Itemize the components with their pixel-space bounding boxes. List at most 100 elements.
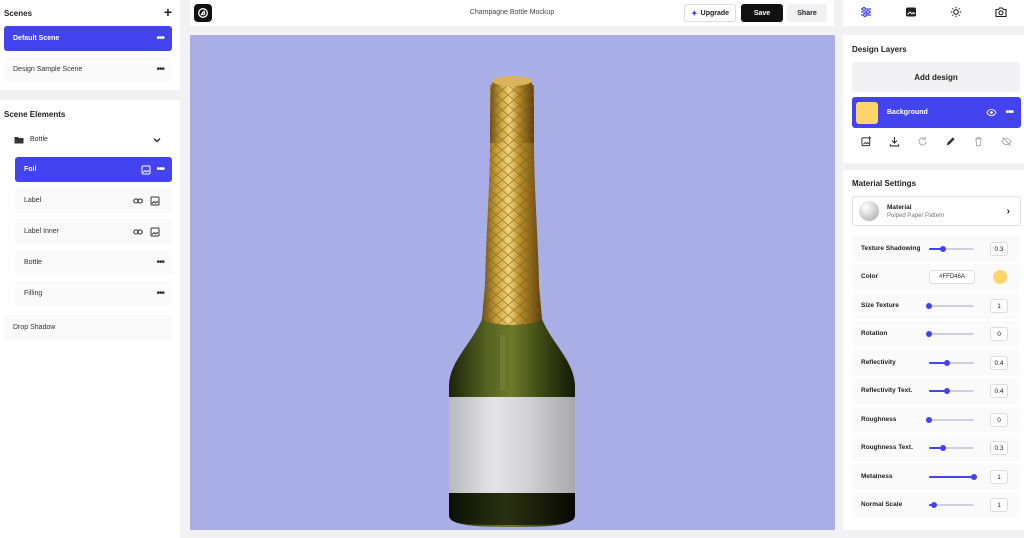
more-icon[interactable]: ••• xyxy=(156,288,164,299)
layer-name: Background xyxy=(887,109,928,116)
value-input[interactable]: 1 xyxy=(990,470,1008,484)
sparkle-icon: ✦ xyxy=(690,8,698,18)
color-swatch[interactable] xyxy=(993,270,1007,284)
more-icon[interactable]: ••• xyxy=(1005,107,1013,118)
slider-handle[interactable] xyxy=(926,303,932,309)
slider-handle[interactable] xyxy=(939,246,946,252)
element-label[interactable]: Label xyxy=(15,188,172,213)
more-icon[interactable]: ••• xyxy=(156,164,164,175)
setting-label: Metalness xyxy=(861,473,893,480)
camera-icon[interactable] xyxy=(995,6,1007,20)
slider-handle[interactable] xyxy=(926,331,932,337)
save-button[interactable]: Save xyxy=(741,4,783,22)
share-button[interactable]: Share xyxy=(787,4,827,22)
slider-track[interactable] xyxy=(929,445,974,451)
champagne-bottle-render xyxy=(449,76,575,527)
design-layers-panel: Design Layers Add design Background ••• xyxy=(843,35,1024,163)
link-icon[interactable] xyxy=(131,225,145,239)
pencil-icon[interactable] xyxy=(945,136,956,149)
value-input[interactable]: 0.3 xyxy=(990,242,1008,256)
hide-icon[interactable] xyxy=(1001,136,1012,149)
group-label: Bottle xyxy=(30,136,48,143)
eye-icon[interactable] xyxy=(986,107,998,118)
refresh-icon[interactable] xyxy=(917,136,928,149)
setting-texture-shadowing: Texture Shadowing 0.3 xyxy=(852,236,1020,262)
value-input[interactable]: 0.4 xyxy=(990,384,1008,398)
slider-track[interactable] xyxy=(926,303,974,309)
value-input[interactable]: 1 xyxy=(990,498,1008,512)
setting-metalness: Metalness 1 xyxy=(852,464,1020,490)
chevron-down-icon[interactable] xyxy=(150,133,164,147)
setting-label: Roughness Text. xyxy=(861,444,913,451)
setting-label: Rotation xyxy=(861,330,888,337)
right-panel-tabs xyxy=(843,0,1024,26)
element-foil[interactable]: Foil ••• xyxy=(15,157,172,182)
setting-roughness: Roughness 0 xyxy=(852,407,1020,433)
setting-normal-scale: Normal Scale 1 xyxy=(852,492,1020,518)
slider-handle[interactable] xyxy=(939,445,946,451)
more-icon[interactable]: ••• xyxy=(156,33,164,44)
element-filling[interactable]: Filling ••• xyxy=(15,281,172,306)
element-label-inner[interactable]: Label Inner xyxy=(15,219,172,244)
group-bottle[interactable]: Bottle xyxy=(4,127,172,152)
color-hex-input[interactable]: #FFD46A xyxy=(929,270,975,284)
document-title: Champagne Bottle Mockup xyxy=(469,9,555,16)
folder-icon xyxy=(12,133,26,147)
image-icon[interactable] xyxy=(139,163,153,177)
element-drop-shadow[interactable]: Drop Shadow xyxy=(4,315,172,340)
setting-label: Size Texture xyxy=(861,302,899,309)
image-icon[interactable] xyxy=(148,194,162,208)
sun-icon[interactable] xyxy=(950,6,962,20)
layer-background[interactable]: Background ••• xyxy=(852,97,1021,128)
top-bar: Champagne Bottle Mockup ✦ Upgrade Save S… xyxy=(190,0,834,26)
more-icon[interactable]: ••• xyxy=(156,64,164,75)
value-input[interactable]: 0.4 xyxy=(990,356,1008,370)
scene-item-default[interactable]: Default Scene ••• xyxy=(4,26,172,51)
value-input[interactable]: 0 xyxy=(990,327,1008,341)
scene-item-design-sample[interactable]: Design Sample Scene ••• xyxy=(4,57,172,82)
setting-size-texture: Size Texture 1 xyxy=(852,293,1020,319)
image-icon[interactable] xyxy=(148,225,162,239)
slider-handle[interactable] xyxy=(930,502,937,508)
slider-track[interactable] xyxy=(929,388,974,394)
slider-track[interactable] xyxy=(929,246,974,252)
scenes-panel: Scenes + Default Scene ••• Design Sample… xyxy=(0,0,180,90)
slider-track[interactable] xyxy=(929,360,974,366)
element-label: Foil xyxy=(24,166,37,173)
more-icon[interactable]: ••• xyxy=(156,257,164,268)
left-sidebar: Scenes + Default Scene ••• Design Sample… xyxy=(0,0,182,538)
slider-track[interactable] xyxy=(929,502,974,508)
material-pattern: Pulped Paper Pattern xyxy=(887,212,945,219)
value-input[interactable]: 0.3 xyxy=(990,441,1008,455)
slider-track[interactable] xyxy=(926,417,974,423)
value-input[interactable]: 1 xyxy=(990,299,1008,313)
element-label-text: Filling xyxy=(24,290,43,297)
slider-handle[interactable] xyxy=(971,474,977,480)
mockup-canvas[interactable] xyxy=(190,35,835,530)
material-name: Material xyxy=(887,203,912,211)
setting-reflectivity-texture: Reflectivity Text. 0.4 xyxy=(852,378,1020,404)
link-icon[interactable] xyxy=(131,194,145,208)
slider-handle[interactable] xyxy=(944,360,950,366)
trash-icon[interactable] xyxy=(973,136,984,149)
setting-label: Normal Scale xyxy=(861,501,903,508)
element-bottle[interactable]: Bottle ••• xyxy=(15,250,172,275)
add-scene-button[interactable]: + xyxy=(164,5,172,19)
download-icon[interactable] xyxy=(889,136,900,149)
add-image-icon[interactable] xyxy=(860,135,872,149)
slider-track[interactable] xyxy=(926,331,974,337)
setting-label: Color xyxy=(861,273,878,280)
setting-label: Texture Shadowing xyxy=(861,245,921,252)
setting-rotation: Rotation 0 xyxy=(852,321,1020,347)
value-input[interactable]: 0 xyxy=(990,413,1008,427)
element-label-text: Label xyxy=(24,197,42,204)
material-selector[interactable]: Material Pulped Paper Pattern › xyxy=(852,196,1021,226)
slider-track[interactable] xyxy=(929,474,977,480)
slider-handle[interactable] xyxy=(944,388,950,394)
material-preview xyxy=(859,201,879,221)
sliders-icon[interactable] xyxy=(860,6,872,20)
upgrade-button[interactable]: ✦ Upgrade xyxy=(684,4,736,22)
add-design-button[interactable]: Add design xyxy=(852,62,1020,92)
slider-handle[interactable] xyxy=(926,417,932,423)
image-icon[interactable] xyxy=(905,6,917,20)
